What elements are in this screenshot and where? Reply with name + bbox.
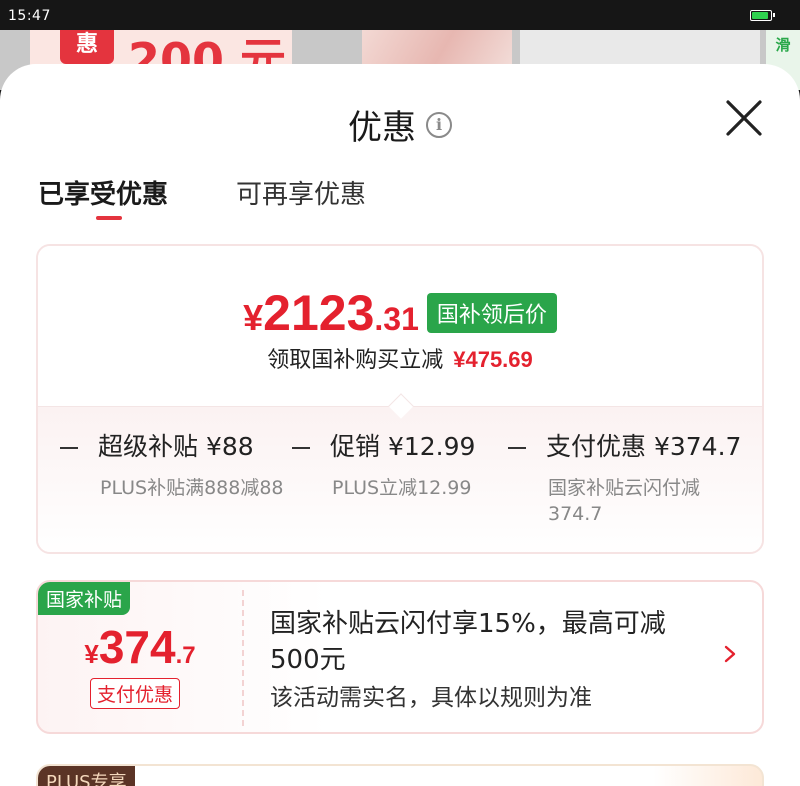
discount-breakdown: 超级补贴 ¥88 PLUS补贴满888减88 促销 ¥12.99 PLUS立减1… bbox=[38, 406, 762, 552]
subsidy-currency: ¥ bbox=[84, 639, 99, 669]
subsidy-amount: ¥374.7 bbox=[38, 620, 242, 674]
info-icon[interactable]: i bbox=[426, 111, 452, 138]
final-price-row: ¥2123.31 国补领后价 bbox=[38, 284, 762, 342]
savings-label: 领取国补购买立减 bbox=[267, 348, 444, 373]
tab-enjoyed-discounts[interactable]: 已享受优惠 bbox=[38, 174, 168, 211]
discount-desc: 国家补贴云闪付减374.7 bbox=[548, 477, 701, 525]
discount-label: 促销 ¥12.99 bbox=[330, 432, 476, 461]
banner-badge: 惠 bbox=[60, 30, 114, 64]
savings-amount: ¥475.69 bbox=[453, 347, 533, 372]
tab-more-discounts[interactable]: 可再享优惠 bbox=[236, 174, 366, 211]
discount-desc: PLUS补贴满888减88 bbox=[100, 477, 284, 499]
sheet-header: 优惠 i bbox=[0, 100, 800, 149]
final-price-decimal: .31 bbox=[374, 301, 419, 337]
battery-icon bbox=[750, 10, 775, 21]
status-bar: 15:47 bbox=[0, 0, 800, 30]
discount-label: 超级补贴 ¥88 bbox=[98, 432, 254, 461]
minus-icon bbox=[508, 447, 526, 449]
status-time: 15:47 bbox=[8, 8, 51, 24]
discount-sheet: 优惠 i 已享受优惠 可再享优惠 ¥2123.31 国补领后价 领取国补购买立减 ¥4… bbox=[0, 64, 800, 786]
discount-item-payment: 支付优惠 ¥374.7 国家补贴云闪付减374.7 bbox=[508, 427, 748, 527]
minus-icon bbox=[60, 447, 78, 449]
active-tab-indicator bbox=[96, 216, 122, 220]
savings-row: 领取国补购买立减 ¥475.69 bbox=[38, 342, 762, 374]
discount-desc: PLUS立减12.99 bbox=[332, 477, 472, 499]
subsidy-integer: 374 bbox=[98, 621, 176, 673]
summary-price-section: ¥2123.31 国补领后价 领取国补购买立减 ¥475.69 bbox=[38, 246, 762, 406]
subsidy-note: 该活动需实名，具体以规则为准 bbox=[270, 685, 592, 711]
final-price-currency: ¥ bbox=[243, 297, 264, 338]
chevron-right-icon[interactable] bbox=[720, 644, 740, 664]
subsidy-coupon-card[interactable]: 国家补贴 ¥374.7 支付优惠 国家补贴云闪付享15%，最高可减500元 该活… bbox=[36, 580, 764, 734]
coupon-divider bbox=[242, 590, 244, 726]
subsidy-tag: 国家补贴 bbox=[38, 582, 131, 615]
subsidy-decimal: .7 bbox=[175, 642, 196, 669]
discount-summary-card: ¥2123.31 国补领后价 领取国补购买立减 ¥475.69 超级补贴 ¥88 P… bbox=[36, 244, 764, 554]
close-icon[interactable] bbox=[724, 98, 764, 138]
subsidy-title: 国家补贴云闪付享15%，最高可减500元 bbox=[270, 609, 666, 675]
price-badge: 国补领后价 bbox=[426, 293, 557, 333]
final-price-integer: 2123 bbox=[263, 285, 375, 341]
minus-icon bbox=[292, 447, 310, 449]
final-price: ¥2123.31 bbox=[243, 284, 419, 342]
discount-item-super-subsidy: 超级补贴 ¥88 PLUS补贴满888减88 bbox=[60, 427, 290, 501]
plus-coupon-card[interactable]: PLUS专享 bbox=[36, 764, 764, 786]
plus-tag: PLUS专享 bbox=[38, 766, 135, 786]
sheet-title: 优惠 bbox=[348, 108, 416, 148]
discount-label: 支付优惠 ¥374.7 bbox=[546, 432, 742, 461]
subsidy-type-chip: 支付优惠 bbox=[90, 678, 181, 709]
discount-item-promotion: 促销 ¥12.99 PLUS立减12.99 bbox=[292, 427, 512, 501]
